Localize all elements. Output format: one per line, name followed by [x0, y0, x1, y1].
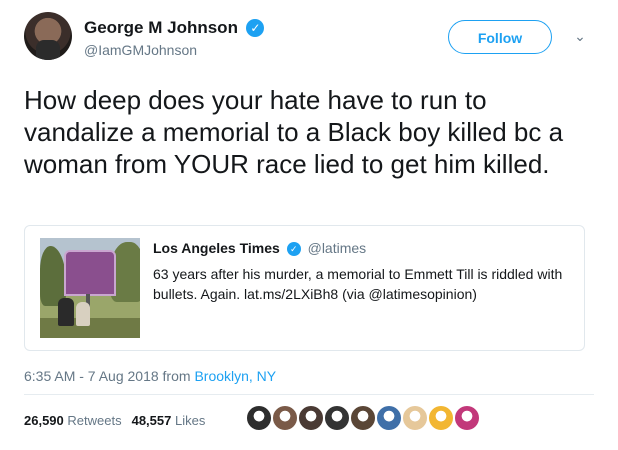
image-person-2	[76, 302, 90, 326]
quoted-tweet-header: Los Angeles Times ✓ @latimes	[153, 240, 367, 257]
author-handle[interactable]: @IamGMJohnson	[84, 42, 197, 58]
retweets-label: Retweets	[67, 413, 122, 428]
liker-avatar-2[interactable]	[272, 405, 298, 431]
liker-avatar-8[interactable]	[428, 405, 454, 431]
quoted-author-handle[interactable]: @latimes	[308, 240, 367, 256]
retweets-count: 26,590	[24, 413, 64, 428]
liker-avatar-3[interactable]	[298, 405, 324, 431]
quoted-tweet-card[interactable]: Los Angeles Times ✓ @latimes 63 years af…	[24, 225, 585, 351]
liker-avatar-1[interactable]	[246, 405, 272, 431]
follow-button[interactable]: Follow	[448, 20, 552, 54]
liker-avatar-4[interactable]	[324, 405, 350, 431]
engagement-stats: 26,590 Retweets 48,557 Likes	[24, 413, 205, 428]
author-name[interactable]: George M Johnson	[84, 18, 238, 38]
likes-stat[interactable]: 48,557 Likes	[132, 413, 206, 428]
tweet-timestamp: 6:35 AM - 7 Aug 2018 from Brooklyn, NY	[24, 368, 276, 384]
quoted-verified-badge-icon: ✓	[286, 242, 301, 257]
likes-label: Likes	[174, 413, 206, 428]
tweet-time[interactable]: 6:35 AM - 7 Aug 2018 from	[24, 368, 194, 384]
verified-badge-icon: ✓	[246, 19, 265, 37]
liker-avatar-9[interactable]	[454, 405, 480, 431]
avatar-figure	[36, 40, 60, 60]
image-memorial-sign	[64, 250, 116, 296]
retweets-stat[interactable]: 26,590 Retweets	[24, 413, 122, 428]
author-avatar[interactable]	[24, 12, 72, 60]
tweet-header: George M Johnson ✓ @IamGMJohnson Follow …	[24, 12, 600, 72]
quoted-tweet-image[interactable]	[40, 238, 140, 338]
tweet-location-link[interactable]: Brooklyn, NY	[194, 368, 276, 384]
stats-divider	[24, 394, 594, 395]
image-person-1	[58, 298, 74, 326]
liker-avatar-7[interactable]	[402, 405, 428, 431]
quoted-tweet-text: 63 years after his murder, a memorial to…	[153, 266, 563, 302]
liker-avatar-5[interactable]	[350, 405, 376, 431]
image-tree-left	[40, 246, 66, 306]
author-name-row[interactable]: George M Johnson ✓	[84, 18, 265, 38]
likes-count: 48,557	[131, 413, 172, 428]
chevron-down-icon[interactable]: ⌄	[570, 26, 590, 46]
liker-avatar-6[interactable]	[376, 405, 402, 431]
quoted-author-name[interactable]: Los Angeles Times	[153, 240, 280, 256]
tweet-text: How deep does your hate have to run to v…	[24, 85, 564, 179]
